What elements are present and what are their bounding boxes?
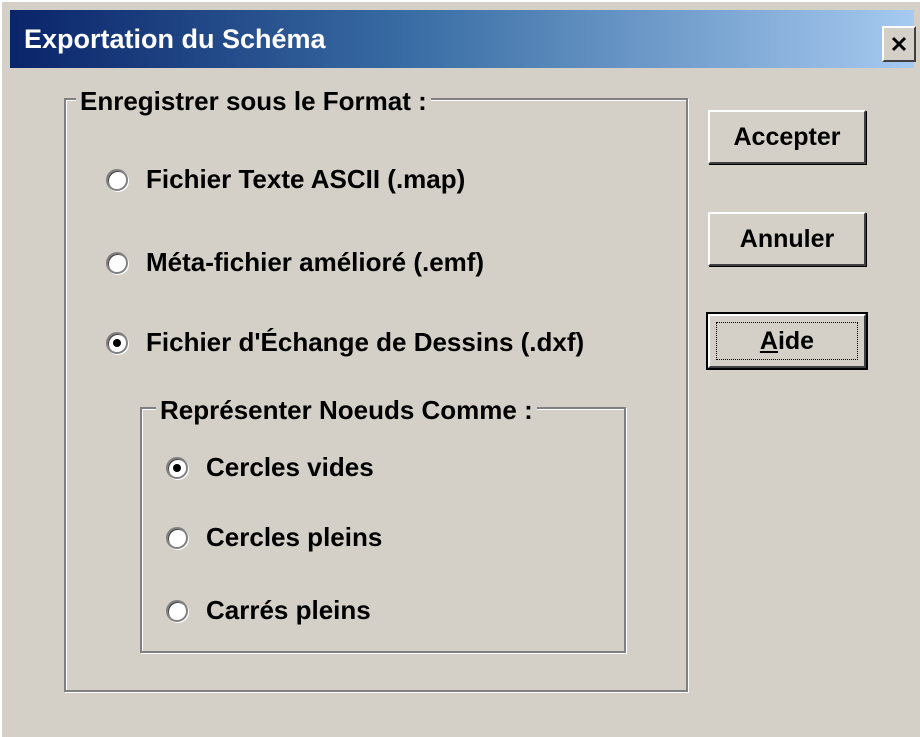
accept-button[interactable]: Accepter <box>708 110 866 164</box>
radio-empty-circles-label: Cercles vides <box>206 452 374 482</box>
radio-dxf-label: Fichier d'Échange de Dessins (.dxf) <box>146 327 585 357</box>
radio-filled-squares-label: Carrés pleins <box>206 595 371 625</box>
close-icon <box>891 36 907 52</box>
help-button[interactable]: Aide <box>706 312 868 370</box>
radio-ascii-label: Fichier Texte ASCII (.map) <box>146 164 466 194</box>
cancel-button[interactable]: Annuler <box>708 212 866 266</box>
window-title: Exportation du Schéma <box>24 24 326 54</box>
radio-nodes-empty-circles[interactable]: Cercles vides <box>166 452 374 483</box>
radio-filled-squares-indicator[interactable] <box>166 599 188 622</box>
radio-emf-label: Méta-fichier amélioré (.emf) <box>146 247 485 277</box>
radio-format-dxf[interactable]: Fichier d'Échange de Dessins (.dxf) <box>106 327 584 358</box>
radio-format-emf[interactable]: Méta-fichier amélioré (.emf) <box>106 247 484 278</box>
focus-rectangle <box>716 322 858 360</box>
export-dialog: Exportation du Schéma Enregistrer sous l… <box>0 0 920 737</box>
radio-filled-circles-label: Cercles pleins <box>206 522 383 552</box>
radio-nodes-filled-circles[interactable]: Cercles pleins <box>166 522 382 553</box>
cancel-button-label: Annuler <box>739 224 835 253</box>
radio-emf-indicator[interactable] <box>106 251 128 274</box>
title-bar: Exportation du Schéma <box>10 10 916 68</box>
nodes-group-legend: Représenter Noeuds Comme : <box>156 395 537 426</box>
accept-button-label: Accepter <box>733 122 841 151</box>
radio-dxf-indicator[interactable] <box>106 331 128 354</box>
radio-filled-circles-indicator[interactable] <box>166 526 188 549</box>
radio-format-ascii[interactable]: Fichier Texte ASCII (.map) <box>106 164 465 195</box>
format-group-legend: Enregistrer sous le Format : <box>76 86 431 117</box>
close-button[interactable] <box>882 26 916 62</box>
radio-nodes-filled-squares[interactable]: Carrés pleins <box>166 595 371 626</box>
radio-empty-circles-indicator[interactable] <box>166 456 188 479</box>
radio-ascii-indicator[interactable] <box>106 168 128 191</box>
